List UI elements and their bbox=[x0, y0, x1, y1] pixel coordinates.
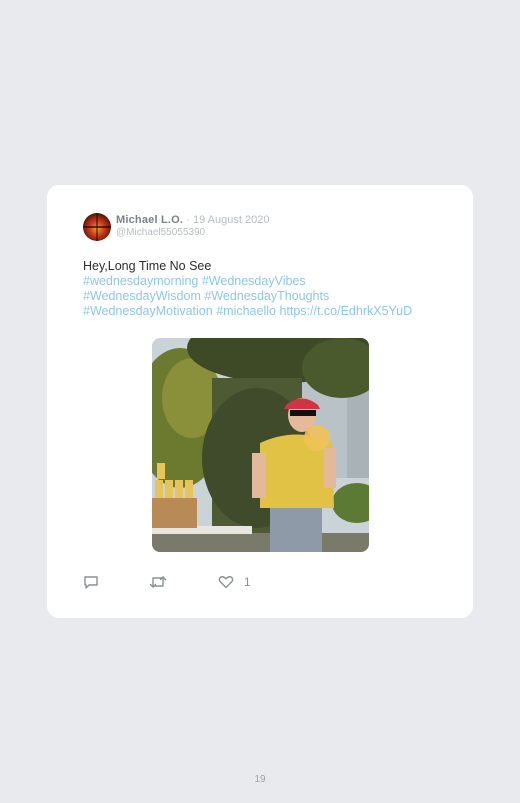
author-line: Michael L.O. · 19 August 2020 bbox=[116, 214, 269, 226]
tweet-media-image[interactable] bbox=[152, 338, 369, 552]
hashtag-link[interactable]: #WednesdayWisdom bbox=[83, 289, 201, 303]
avatar[interactable] bbox=[83, 213, 111, 241]
tweet-actions: 1 bbox=[83, 574, 383, 590]
hashtag-line: #wednesdaymorning #WednesdayVibes bbox=[83, 274, 453, 289]
tweet-text: Hey,Long Time No See #wednesdaymorning #… bbox=[83, 259, 453, 319]
retweet-button[interactable] bbox=[149, 574, 167, 590]
retweet-icon bbox=[149, 574, 167, 590]
tweet-url-link[interactable]: https://t.co/EdhrkX5YuD bbox=[279, 304, 412, 318]
like-button[interactable]: 1 bbox=[218, 574, 251, 590]
tweet-text-plain: Hey,Long Time No See bbox=[83, 259, 212, 273]
hashtag-line: #WednesdayWisdom #WednesdayThoughts bbox=[83, 289, 453, 304]
hashtag-link[interactable]: #wednesdaymorning bbox=[83, 274, 198, 288]
comment-icon bbox=[83, 574, 99, 590]
hashtag-link[interactable]: #WednesdayVibes bbox=[202, 274, 306, 288]
page-number: 19 bbox=[254, 774, 266, 785]
like-count: 1 bbox=[244, 575, 251, 589]
tweet-date: · 19 August 2020 bbox=[186, 214, 270, 226]
hashtag-link[interactable]: #WednesdayMotivation bbox=[83, 304, 213, 318]
tweet-card: Michael L.O. · 19 August 2020 @Michael55… bbox=[47, 185, 473, 618]
hashtag-link[interactable]: #WednesdayThoughts bbox=[204, 289, 329, 303]
reply-button[interactable] bbox=[83, 574, 99, 590]
heart-icon bbox=[218, 574, 234, 590]
hashtag-link[interactable]: #michaello bbox=[216, 304, 276, 318]
author-handle[interactable]: @Michael55055390 bbox=[116, 227, 205, 238]
author-name[interactable]: Michael L.O. bbox=[116, 214, 183, 226]
hashtag-line: #WednesdayMotivation #michaello https://… bbox=[83, 304, 453, 319]
